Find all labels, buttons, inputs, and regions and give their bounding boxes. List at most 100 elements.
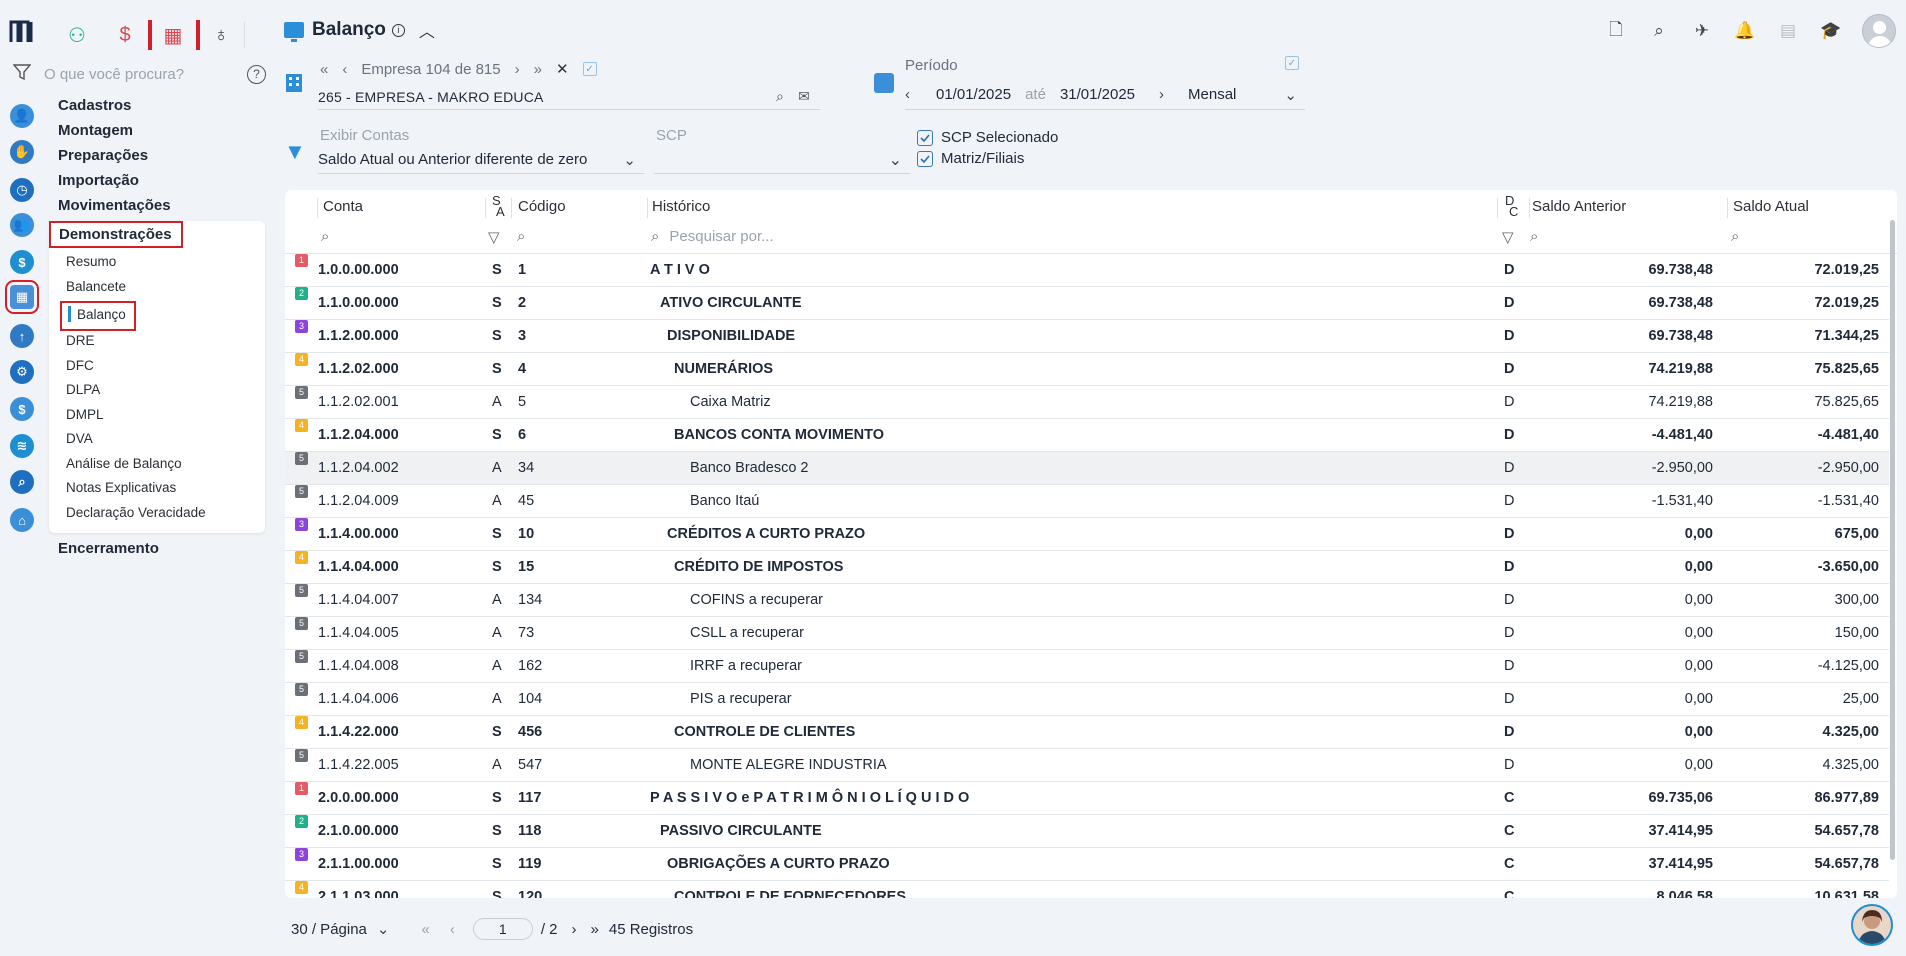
scp-selecionado-option[interactable]: SCP Selecionado bbox=[917, 129, 1058, 146]
table-row[interactable]: 41.1.2.02.000S4NUMERÁRIOSD74.219,8875.82… bbox=[285, 353, 1889, 386]
periodo-checkbox[interactable]: ✓ bbox=[1285, 56, 1299, 70]
search-icon[interactable]: ⌕ bbox=[1731, 228, 1739, 245]
search-icon[interactable]: ⌕ bbox=[517, 228, 525, 245]
user-avatar[interactable] bbox=[1862, 14, 1896, 48]
periodo-start[interactable]: 01/01/2025 bbox=[936, 86, 1011, 103]
table-row[interactable]: 22.1.0.00.000S118PASSIVO CIRCULANTEC37.4… bbox=[285, 815, 1889, 848]
menu-search-input[interactable]: O que você procura? bbox=[44, 66, 247, 83]
checkbox-checked-icon[interactable] bbox=[917, 151, 933, 167]
chevron-down-icon[interactable]: ⌄ bbox=[1284, 86, 1297, 104]
chevron-down-icon[interactable]: ⌄ bbox=[377, 920, 390, 938]
empresa-checkbox[interactable]: ✓ bbox=[583, 62, 597, 76]
graduation-icon[interactable]: 🎓 bbox=[1818, 18, 1844, 44]
menu-item-importacao[interactable]: Importação bbox=[49, 171, 265, 196]
table-row[interactable]: 21.1.0.00.000S2ATIVO CIRCULANTED69.738,4… bbox=[285, 287, 1889, 320]
submenu-item-dre[interactable]: DRE bbox=[49, 331, 265, 356]
upload-icon[interactable]: ↑ bbox=[10, 324, 34, 348]
empresa-field[interactable]: 265 - EMPRESA - MAKRO EDUCA ⌕ ✉ bbox=[318, 84, 820, 110]
submenu-item-balanco[interactable]: Balanço bbox=[60, 301, 136, 331]
table-row[interactable]: 51.1.2.04.002A34Banco Bradesco 2D-2.950,… bbox=[285, 452, 1889, 485]
bell-icon[interactable]: 🔔 bbox=[1732, 18, 1758, 44]
next-icon[interactable]: › bbox=[515, 61, 520, 78]
menu-item-montagem[interactable]: Montagem bbox=[49, 121, 265, 146]
scp-select[interactable]: ⌄ bbox=[654, 146, 910, 174]
calculator-app-icon[interactable]: ▦ bbox=[158, 20, 188, 50]
table-row[interactable]: 42.1.1.03.000S120CONTROLE DE FORNECEDORE… bbox=[285, 881, 1889, 898]
table-row[interactable]: 51.1.4.04.008A162IRRF a recuperarD0,00-4… bbox=[285, 650, 1889, 683]
search-icon[interactable]: ⌕ bbox=[321, 228, 329, 245]
submenu-item-dmpl[interactable]: DMPL bbox=[49, 405, 265, 430]
submenu-item-dva[interactable]: DVA bbox=[49, 429, 265, 454]
periodo-end[interactable]: 31/01/2025 bbox=[1060, 86, 1135, 103]
submenu-item-dlpa[interactable]: DLPA bbox=[49, 380, 265, 405]
last-page-icon[interactable]: » bbox=[591, 921, 599, 938]
menu-item-cadastros[interactable]: Cadastros bbox=[49, 96, 265, 121]
col-dc[interactable]: DC bbox=[1501, 190, 1518, 222]
table-row[interactable]: 41.1.4.22.000S456CONTROLE DE CLIENTESD0,… bbox=[285, 716, 1889, 749]
report-icon[interactable]: ▤ bbox=[1775, 18, 1801, 44]
menu-item-encerramento[interactable]: Encerramento bbox=[49, 539, 265, 564]
submenu-item-resumo[interactable]: Resumo bbox=[49, 252, 265, 277]
info-icon[interactable]: i bbox=[392, 24, 405, 37]
table-row[interactable]: 32.1.1.00.000S119OBRIGAÇÕES A CURTO PRAZ… bbox=[285, 848, 1889, 881]
menu-item-movimentacoes[interactable]: Movimentações bbox=[49, 196, 265, 221]
cadastros-icon[interactable]: 👤 bbox=[10, 104, 34, 128]
page-size-select[interactable]: 30 / Página bbox=[291, 921, 367, 938]
money-bag-app-icon[interactable]: ♁ bbox=[206, 20, 236, 50]
next-page-icon[interactable]: › bbox=[572, 921, 577, 938]
search-icon[interactable]: ⌕ bbox=[10, 470, 34, 494]
table-row[interactable]: 51.1.2.04.009A45Banco ItaúD-1.531,40-1.5… bbox=[285, 485, 1889, 518]
table-row[interactable]: 11.0.0.00.000S1A T I V OD69.738,4872.019… bbox=[285, 254, 1889, 287]
table-row[interactable]: 51.1.4.22.005A547MONTE ALEGRE INDUSTRIAD… bbox=[285, 749, 1889, 782]
table-row[interactable]: 51.1.4.04.005A73CSLL a recuperarD0,00150… bbox=[285, 617, 1889, 650]
layers-icon[interactable]: ≋ bbox=[10, 434, 34, 458]
prev-period-icon[interactable]: ‹ bbox=[905, 86, 910, 103]
historico-search[interactable]: ⌕Pesquisar por... bbox=[651, 228, 774, 245]
menu-item-demonstracoes[interactable]: Demonstrações bbox=[49, 221, 183, 248]
first-page-icon[interactable]: « bbox=[421, 921, 429, 938]
prev-icon[interactable]: ‹ bbox=[342, 61, 347, 78]
next-period-icon[interactable]: › bbox=[1159, 86, 1164, 103]
periodo-mode[interactable]: Mensal bbox=[1188, 86, 1284, 103]
matriz-filiais-option[interactable]: Matriz/Filiais bbox=[917, 150, 1024, 167]
table-row[interactable]: 31.1.2.00.000S3DISPONIBILIDADED69.738,48… bbox=[285, 320, 1889, 353]
last-icon[interactable]: » bbox=[534, 61, 542, 78]
search-icon[interactable]: ⌕ bbox=[776, 88, 784, 105]
table-row[interactable]: 41.1.2.04.000S6BANCOS CONTA MOVIMENTOD-4… bbox=[285, 419, 1889, 452]
home-icon[interactable]: ⌂ bbox=[10, 508, 34, 532]
submenu-item-dfc[interactable]: DFC bbox=[49, 356, 265, 381]
satellite-icon[interactable]: ✈ bbox=[1689, 18, 1715, 44]
assistant-avatar[interactable] bbox=[1851, 904, 1893, 946]
document-icon[interactable]: 🗋 bbox=[1603, 18, 1629, 44]
table-row[interactable]: 51.1.4.04.007A134COFINS a recuperarD0,00… bbox=[285, 584, 1889, 617]
exibir-select[interactable]: Saldo Atual ou Anterior diferente de zer… bbox=[318, 146, 644, 174]
dollar-app-icon[interactable]: $ bbox=[110, 20, 140, 50]
filter-icon[interactable]: ▽ bbox=[1502, 228, 1514, 246]
col-historico[interactable]: Histórico bbox=[652, 190, 710, 222]
people-app-icon[interactable]: ⚇ bbox=[62, 20, 92, 50]
logo-icon[interactable] bbox=[9, 20, 35, 44]
close-icon[interactable]: ✕ bbox=[556, 60, 569, 78]
prev-page-icon[interactable]: ‹ bbox=[450, 921, 455, 938]
col-saldo-atual[interactable]: Saldo Atual bbox=[1733, 190, 1809, 222]
settings-icon[interactable]: ⚙ bbox=[10, 360, 34, 384]
checkbox-checked-icon[interactable] bbox=[917, 130, 933, 146]
table-row[interactable]: 51.1.4.04.006A104PIS a recuperarD0,0025,… bbox=[285, 683, 1889, 716]
users-icon[interactable]: 👥 bbox=[10, 213, 34, 237]
search-icon[interactable]: ⌕ bbox=[1530, 228, 1538, 245]
vertical-scrollbar[interactable] bbox=[1890, 220, 1895, 860]
clock-icon[interactable]: ◷ bbox=[10, 178, 34, 202]
table-row[interactable]: 31.1.4.00.000S10CRÉDITOS A CURTO PRAZOD0… bbox=[285, 518, 1889, 551]
handshake-icon[interactable]: ✋ bbox=[10, 140, 34, 164]
table-row[interactable]: 51.1.2.02.001A5Caixa MatrizD74.219,8875.… bbox=[285, 386, 1889, 419]
help-icon[interactable]: ? bbox=[247, 65, 266, 84]
page-input[interactable]: 1 bbox=[473, 918, 533, 940]
submenu-item-analise[interactable]: Análise de Balanço bbox=[49, 454, 265, 479]
filter-icon[interactable]: ▽ bbox=[488, 228, 500, 246]
col-codigo[interactable]: Código bbox=[518, 190, 566, 222]
dollar-icon[interactable]: $ bbox=[10, 250, 34, 274]
col-sa[interactable]: SA bbox=[488, 190, 505, 222]
table-row[interactable]: 41.1.4.04.000S15CRÉDITO DE IMPOSTOSD0,00… bbox=[285, 551, 1889, 584]
menu-item-preparacoes[interactable]: Preparações bbox=[49, 146, 265, 171]
col-conta[interactable]: Conta bbox=[323, 190, 363, 222]
